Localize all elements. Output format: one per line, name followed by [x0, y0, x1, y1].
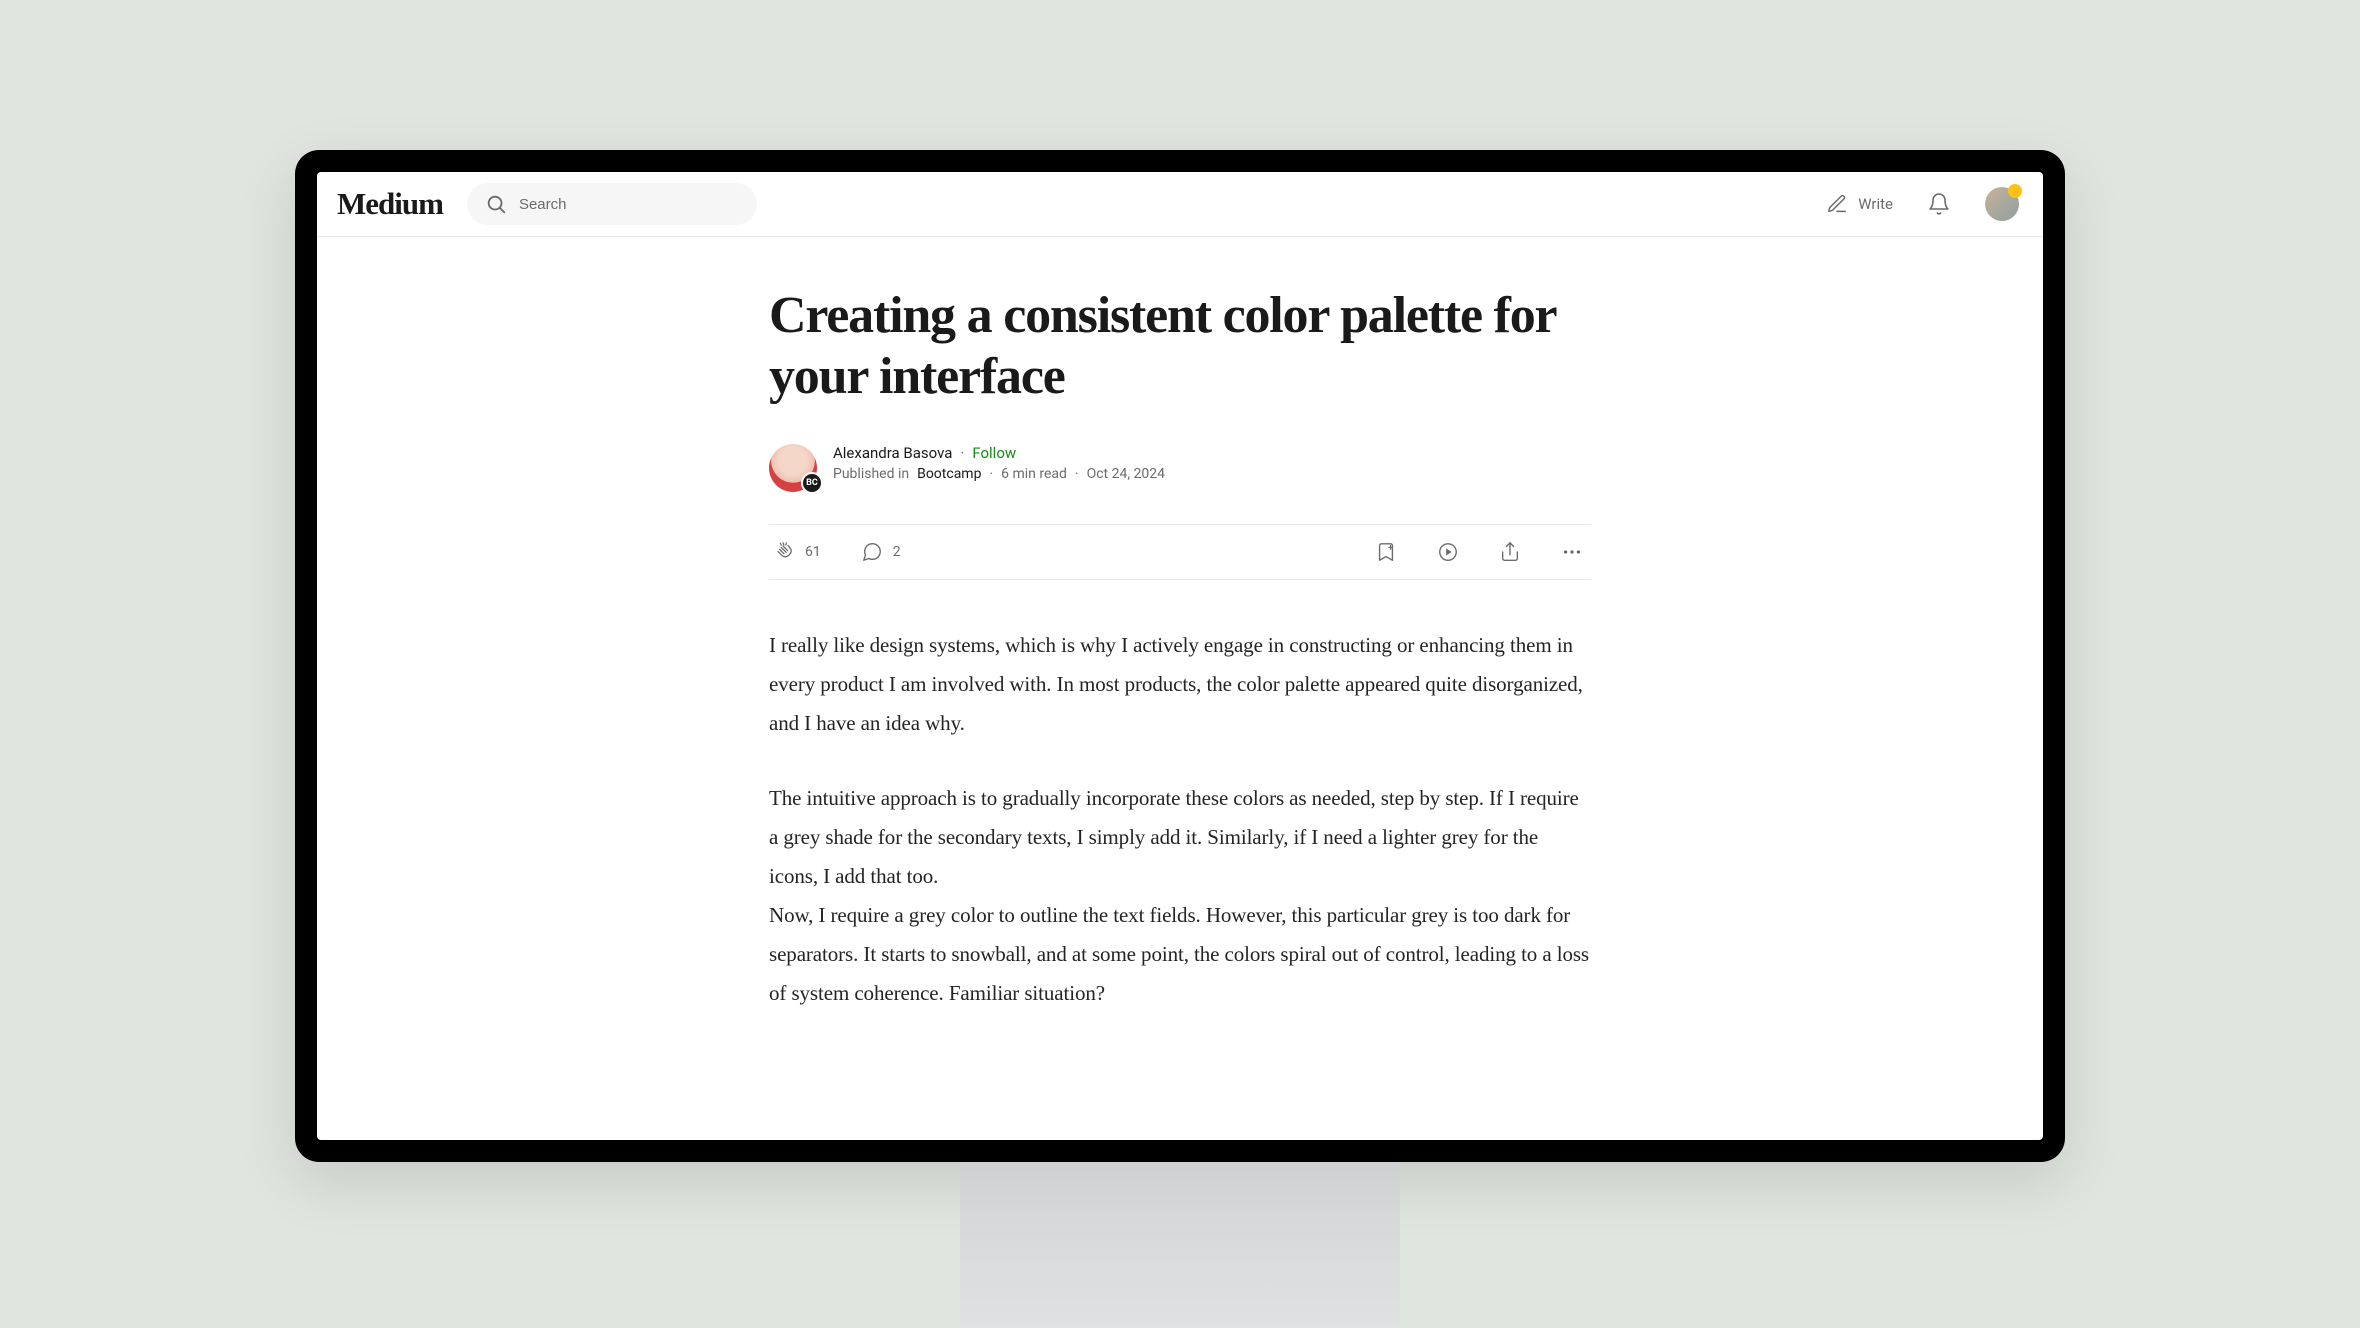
play-circle-icon	[1437, 541, 1459, 563]
comment-icon	[861, 541, 883, 563]
paragraph: The intuitive approach is to gradually i…	[769, 779, 1591, 1013]
notifications-button[interactable]	[1927, 192, 1951, 216]
clap-button[interactable]: 61	[773, 541, 821, 563]
author-block: BC Alexandra Basova · Follow Published i…	[769, 444, 1591, 492]
publication-badge-icon: BC	[801, 472, 823, 494]
monitor-frame: Medium Write	[295, 150, 2065, 1162]
publication-link[interactable]: Bootcamp	[917, 466, 981, 482]
author-name[interactable]: Alexandra Basova	[833, 444, 952, 462]
site-logo[interactable]: Medium	[337, 186, 443, 222]
publish-date: Oct 24, 2024	[1087, 466, 1165, 482]
separator-dot: ·	[1075, 466, 1079, 482]
follow-button[interactable]: Follow	[972, 444, 1016, 462]
search-icon	[485, 193, 507, 215]
share-button[interactable]	[1499, 541, 1521, 563]
share-icon	[1499, 541, 1521, 563]
write-icon	[1826, 193, 1848, 215]
more-button[interactable]	[1561, 541, 1583, 563]
comment-count: 2	[893, 544, 901, 560]
user-avatar[interactable]	[1985, 187, 2019, 221]
clap-icon	[773, 541, 795, 563]
article-title: Creating a consistent color palette for …	[769, 285, 1591, 408]
bookmark-button[interactable]	[1375, 541, 1397, 563]
author-meta: Alexandra Basova · Follow Published in B…	[833, 444, 1165, 492]
monitor-stand	[960, 1162, 1400, 1328]
author-avatar[interactable]: BC	[769, 444, 817, 492]
site-header: Medium Write	[317, 172, 2043, 237]
header-actions: Write	[1826, 187, 2019, 221]
search-field[interactable]	[467, 183, 757, 225]
screen: Medium Write	[317, 172, 2043, 1140]
content-area: Creating a consistent color palette for …	[317, 237, 2043, 1140]
bell-icon	[1927, 192, 1951, 216]
write-label: Write	[1858, 195, 1893, 213]
clap-count: 61	[805, 544, 821, 560]
article-body: I really like design systems, which is w…	[769, 626, 1591, 1013]
published-in-label: Published in	[833, 466, 909, 482]
engagement-bar: 61 2	[769, 524, 1591, 580]
paragraph: I really like design systems, which is w…	[769, 626, 1591, 743]
read-time: 6 min read	[1001, 466, 1067, 482]
comment-button[interactable]: 2	[861, 541, 901, 563]
more-horizontal-icon	[1561, 541, 1583, 563]
search-input[interactable]	[519, 196, 739, 213]
write-button[interactable]: Write	[1826, 193, 1893, 215]
bookmark-icon	[1375, 541, 1397, 563]
listen-button[interactable]	[1437, 541, 1459, 563]
article: Creating a consistent color palette for …	[769, 237, 1591, 1013]
separator-dot: ·	[989, 466, 993, 482]
separator-dot: ·	[960, 444, 964, 462]
